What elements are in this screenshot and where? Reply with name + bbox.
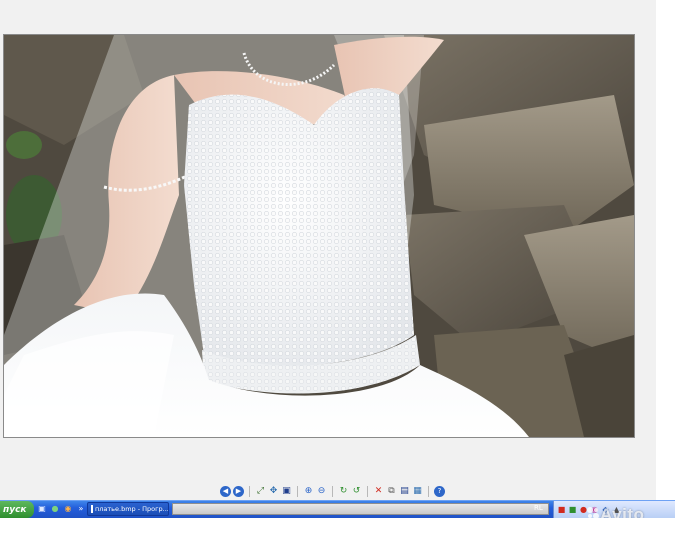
best-fit-icon[interactable]: ⤢: [255, 486, 266, 497]
start-button-label: пуск: [3, 504, 27, 515]
network-tray-icon[interactable]: ■: [568, 505, 577, 514]
taskbar-address-strip: [172, 503, 549, 515]
start-button[interactable]: пуск: [0, 501, 34, 518]
toolbar-separator: [297, 485, 298, 497]
quick-launch-more-icon[interactable]: »: [76, 504, 86, 514]
desktop-edge: [656, 0, 675, 500]
language-indicator[interactable]: RL: [534, 504, 543, 512]
windows-taskbar: пуск ▣ ● ◉ » платье.bmp - Прогр... RL ■ …: [0, 500, 675, 518]
save-icon[interactable]: ▤: [399, 486, 410, 497]
toolbar-separator: [428, 485, 429, 497]
help-icon[interactable]: ?: [434, 485, 445, 497]
viewer-toolbar: ◀ ▶ ⤢ ✥ ▣ ⊕ ⊖ ↻ ↺ ✕ ⧉ ▤ ▦ ?: [220, 484, 445, 498]
displayed-photo: [3, 34, 635, 438]
taskbar-window-button[interactable]: платье.bmp - Прогр...: [87, 502, 169, 516]
slideshow-icon[interactable]: ▣: [281, 486, 292, 497]
firefox-icon[interactable]: ◉: [63, 504, 73, 514]
quick-launch-bar: ▣ ● ◉ »: [37, 504, 86, 514]
next-image-icon[interactable]: ▶: [233, 485, 244, 497]
image-viewer-app-icon: [91, 505, 93, 513]
toolbar-separator: [367, 485, 368, 497]
desktop-background-strip: [0, 518, 675, 540]
open-editor-icon[interactable]: ▦: [412, 486, 423, 497]
actual-size-icon[interactable]: ✥: [268, 486, 279, 497]
zoom-out-icon[interactable]: ⊖: [316, 486, 327, 497]
antivirus-tray-icon[interactable]: ■: [557, 505, 566, 514]
rotate-counterclockwise-icon[interactable]: ↺: [351, 486, 362, 497]
rotate-clockwise-icon[interactable]: ↻: [338, 486, 349, 497]
image-viewer-window: ◀ ▶ ⤢ ✥ ▣ ⊕ ⊖ ↻ ↺ ✕ ⧉ ▤ ▦ ?: [0, 0, 656, 500]
show-desktop-icon[interactable]: ▣: [37, 504, 47, 514]
browser-icon[interactable]: ●: [50, 504, 60, 514]
taskbar-window-label: платье.bmp - Прогр...: [95, 505, 169, 513]
previous-image-icon[interactable]: ◀: [220, 485, 231, 497]
zoom-in-icon[interactable]: ⊕: [303, 486, 314, 497]
delete-icon[interactable]: ✕: [373, 486, 384, 497]
toolbar-separator: [249, 485, 250, 497]
copy-icon[interactable]: ⧉: [386, 486, 397, 497]
photo-image: [4, 35, 634, 437]
toolbar-separator: [332, 485, 333, 497]
